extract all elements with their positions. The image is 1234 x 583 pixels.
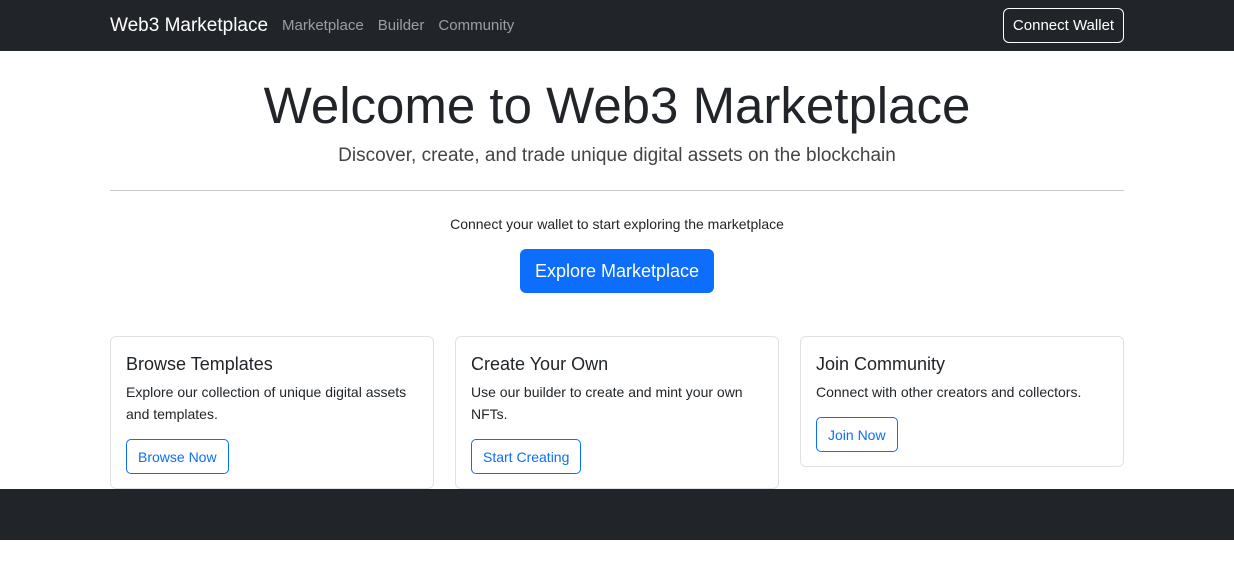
nav-link-builder[interactable]: Builder	[378, 16, 425, 36]
card-browse-templates: Browse Templates Explore our collection …	[110, 336, 434, 489]
card-title: Join Community	[816, 354, 946, 374]
page-footer	[0, 489, 1234, 540]
browse-now-button[interactable]: Browse Now	[126, 439, 229, 474]
nav-link-marketplace[interactable]: Marketplace	[282, 16, 364, 36]
card-title: Browse Templates	[126, 354, 273, 374]
join-now-button[interactable]: Join Now	[816, 417, 898, 452]
nav-links: Marketplace Builder Community	[282, 16, 514, 36]
card-title: Create Your Own	[471, 354, 609, 374]
card-text: Explore our collection of unique digital…	[126, 384, 407, 422]
connect-wallet-button[interactable]: Connect Wallet	[1003, 8, 1124, 43]
nav-link-community[interactable]: Community	[438, 16, 514, 36]
top-navbar: Web3 Marketplace Marketplace Builder Com…	[0, 0, 1234, 51]
brand-link[interactable]: Web3 Marketplace	[110, 14, 268, 38]
connect-prompt: Connect your wallet to start exploring t…	[450, 216, 784, 232]
hero-divider	[110, 190, 1124, 191]
explore-marketplace-button[interactable]: Explore Marketplace	[520, 249, 714, 293]
card-join-community: Join Community Connect with other creato…	[800, 336, 1124, 467]
card-create-your-own: Create Your Own Use our builder to creat…	[455, 336, 779, 489]
card-text: Use our builder to create and mint your …	[471, 384, 743, 422]
card-text: Connect with other creators and collecto…	[816, 384, 1082, 400]
start-creating-button[interactable]: Start Creating	[471, 439, 582, 474]
hero-subtitle: Discover, create, and trade unique digit…	[338, 145, 896, 166]
hero-title: Welcome to Web3 Marketplace	[263, 77, 971, 134]
